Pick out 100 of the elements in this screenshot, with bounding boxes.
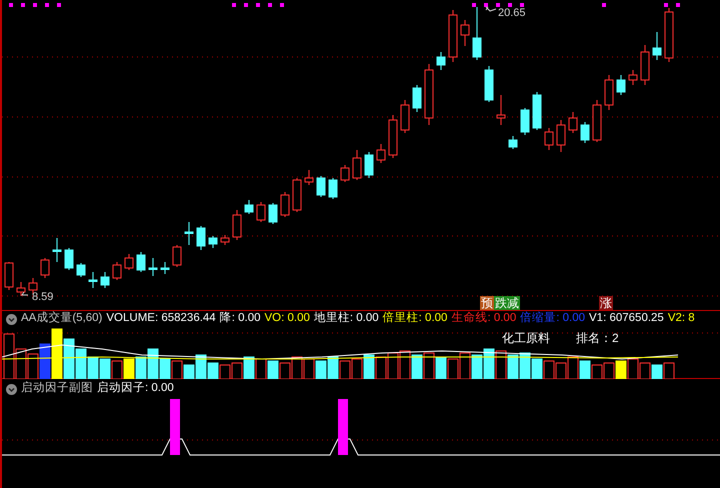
- candlestick: [64, 248, 74, 270]
- candlestick: [340, 164, 350, 182]
- volume-bar: [268, 360, 278, 379]
- volume-bar: [484, 348, 494, 379]
- volume-bar: [628, 358, 638, 379]
- candlestick: [628, 70, 638, 86]
- candlestick: [448, 10, 458, 62]
- pointer-icon: [486, 6, 496, 12]
- volume-bar: [100, 358, 110, 379]
- candlestick: [112, 262, 122, 280]
- candlestick: [160, 262, 170, 274]
- volume-bar: [76, 348, 86, 379]
- indicator-value: 启动因子: 0.00: [97, 383, 174, 395]
- volume-bar: [64, 338, 74, 379]
- candlestick: [52, 238, 62, 262]
- candlestick: [124, 254, 134, 270]
- candlestick: [640, 44, 650, 86]
- collapse-icon[interactable]: [6, 314, 17, 324]
- candlestick: [244, 200, 254, 214]
- volume-bar: [520, 352, 530, 379]
- volume-bar: [340, 360, 350, 379]
- candlestick: [544, 128, 554, 150]
- volume-bar: [592, 364, 602, 379]
- volume-bar: [412, 354, 422, 379]
- volume-bar: [460, 352, 470, 379]
- volume-bar: [376, 356, 386, 379]
- candlestick: [256, 202, 266, 222]
- volume-bar: [316, 360, 326, 379]
- volume-bar: [436, 356, 446, 379]
- indicator-value: 倍里柱: 0.00: [382, 313, 448, 325]
- candlestick: [304, 170, 314, 186]
- candlestick: [292, 178, 302, 212]
- candlestick: [364, 152, 374, 178]
- indicator-value: 倍缩量: 0.00: [520, 313, 586, 325]
- candlestick: [568, 112, 578, 134]
- candlestick: [580, 122, 590, 144]
- volume-bar: [448, 358, 458, 379]
- signal-tag: 跌减: [494, 296, 520, 310]
- indicator-value: V2: 8: [668, 313, 695, 325]
- pane-title: AA成交量(5,60): [21, 313, 102, 325]
- candlestick: [136, 252, 146, 272]
- candlestick: [172, 244, 182, 268]
- candlestick: [496, 94, 506, 126]
- indicator-value: 地里柱: 0.00: [314, 313, 379, 325]
- volume-bar: [496, 350, 506, 379]
- collapse-icon[interactable]: [6, 384, 17, 394]
- candlestick: [316, 176, 326, 198]
- price-label: 20.65: [498, 6, 526, 21]
- volume-bar: [28, 354, 38, 379]
- candlestick: [100, 272, 110, 288]
- candlestick: [232, 210, 242, 240]
- candlestick: [616, 74, 626, 96]
- volume-bar: [304, 358, 314, 379]
- volume-bar: [532, 358, 542, 379]
- indicator-value: V1: 607650.25: [589, 313, 664, 325]
- rank-label: 排名：2: [576, 330, 619, 347]
- volume-bar: [220, 364, 230, 379]
- candlestick: [556, 120, 566, 152]
- candlestick: [604, 74, 614, 110]
- candlestick: [592, 100, 602, 142]
- candlestick: [4, 262, 14, 290]
- volume-bar: [568, 356, 578, 379]
- spike-bar: [170, 399, 180, 455]
- candlestick: [400, 100, 410, 134]
- volume-bar: [508, 354, 518, 379]
- candlestick: [184, 222, 194, 246]
- volume-bar: [232, 362, 242, 379]
- candlestick: [16, 282, 26, 296]
- candlestick: [436, 52, 446, 70]
- volume-bar: [664, 362, 674, 379]
- candlestick: [220, 234, 230, 246]
- candlestick: [208, 236, 218, 248]
- candlestick: [652, 32, 662, 60]
- candlestick: [484, 66, 494, 102]
- volume-bar: [40, 344, 50, 379]
- indicator-value: VOLUME: 658236.44: [106, 313, 216, 325]
- indicator-value: 生命线: 0.00: [451, 313, 516, 325]
- volume-bar: [400, 350, 410, 379]
- candlestick: [532, 92, 542, 130]
- volume-bar: [580, 360, 590, 379]
- candlestick: [472, 6, 482, 60]
- volume-bar: [244, 356, 254, 379]
- candlestick: [520, 108, 530, 136]
- volume-bar: [124, 358, 134, 379]
- signal-tag: 预: [480, 296, 494, 310]
- indicator-value: 降: 0.00: [220, 313, 260, 325]
- pointer-icon: [21, 292, 28, 296]
- volume-bar: [616, 360, 626, 379]
- volume-bar: [604, 362, 614, 379]
- volume-bar: [424, 352, 434, 379]
- candlestick: [352, 150, 362, 180]
- sector-label: 化工原料: [502, 330, 550, 347]
- volume-bar: [328, 356, 338, 379]
- volume-bar: [388, 352, 398, 379]
- candlestick: [376, 144, 386, 164]
- volume-bar: [136, 356, 146, 379]
- volume-bar: [292, 356, 302, 379]
- candlestick: [196, 226, 206, 250]
- indicator-value: VO: 0.00: [264, 313, 310, 325]
- candlestick: [664, 8, 674, 62]
